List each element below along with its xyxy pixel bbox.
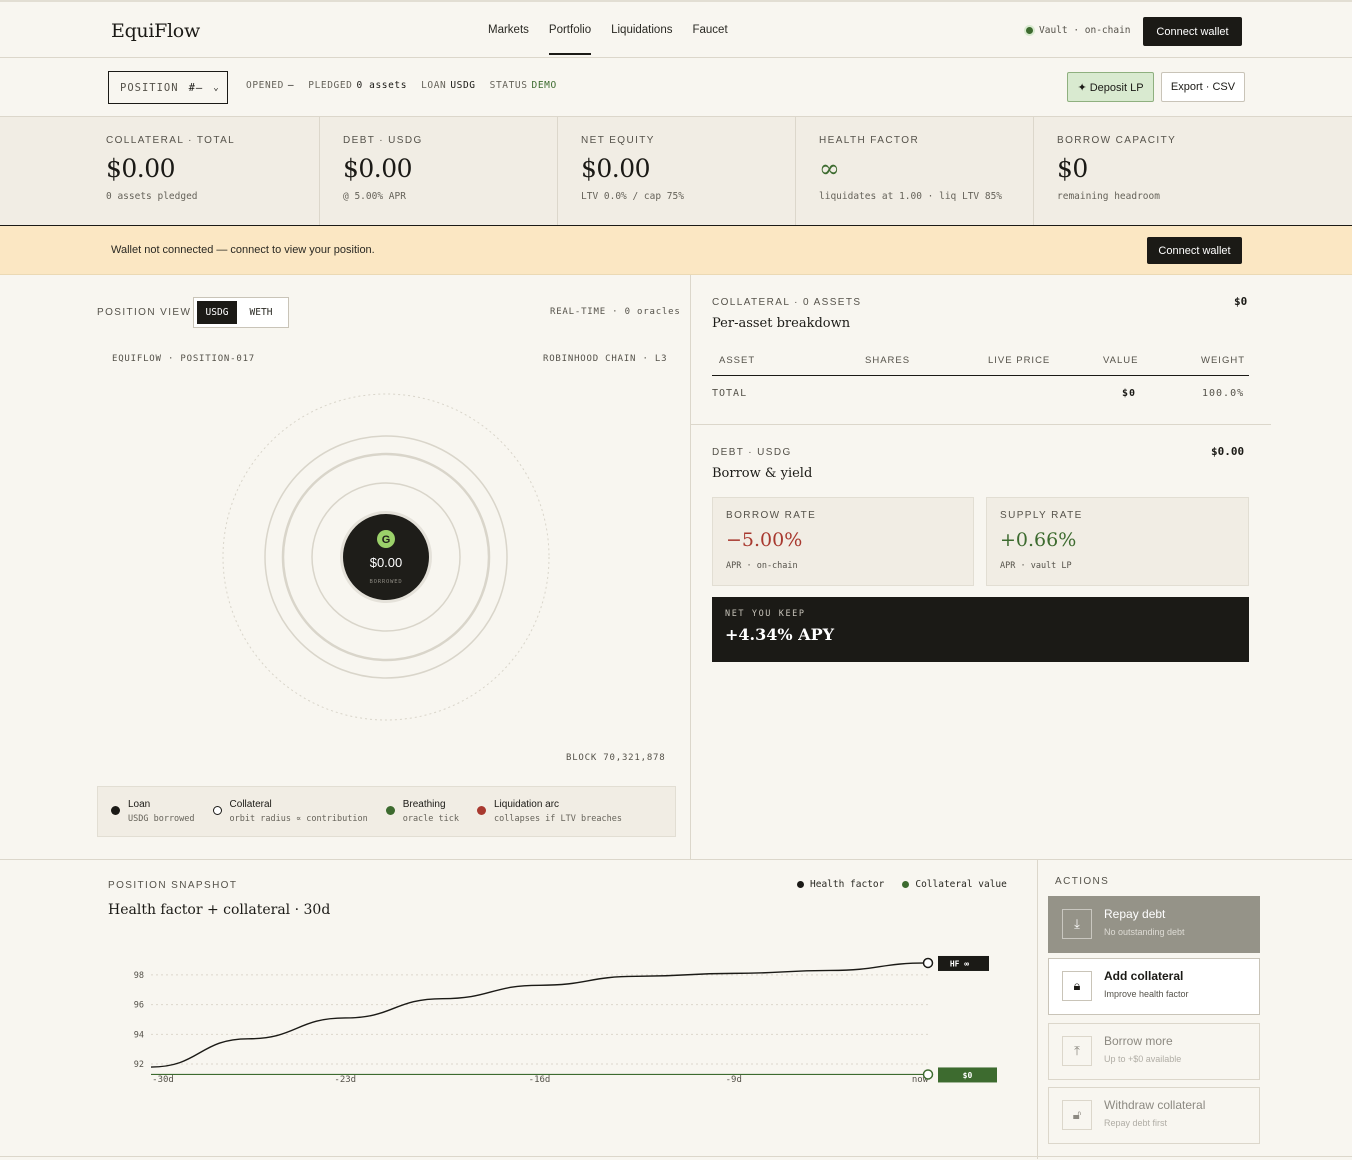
lock-icon: 🔒︎ bbox=[1062, 971, 1092, 1001]
chevron-down-icon: ⌄ bbox=[213, 82, 220, 93]
realtime-label: REAL-TIME · 0 oracles bbox=[550, 307, 681, 317]
health-factor-line bbox=[150, 962, 929, 1068]
block-number: BLOCK 70,321,878 bbox=[566, 753, 666, 763]
tab-usdg[interactable]: USDG bbox=[197, 301, 237, 324]
stat-borrow-capacity: BORROW CAPACITY $0 remaining headroom bbox=[1057, 135, 1177, 202]
x-tick-label: -9d bbox=[726, 1075, 742, 1085]
snapshot-title: Health factor + collateral · 30d bbox=[108, 902, 331, 918]
breathing-dot-icon bbox=[385, 806, 395, 815]
loan-dot-icon bbox=[111, 806, 120, 815]
position-legend: Loan USDG borrowed Collateral orbit radius… bbox=[97, 786, 676, 837]
x-tick-label: -16d bbox=[529, 1075, 551, 1085]
stat-debt: DEBT · USDG $0.00 @ 5.00% APR bbox=[320, 117, 558, 225]
supply-rate-card: SUPPLY RATE +0.66% APR · vault LP bbox=[986, 497, 1249, 586]
nav-liquidations[interactable]: Liquidations bbox=[611, 24, 672, 36]
coll-legend-dot-icon bbox=[902, 881, 910, 888]
center-sub: BORROWED bbox=[370, 579, 403, 585]
chain-label: ROBINHOOD CHAIN · L3 bbox=[543, 354, 668, 364]
x-tick-label: -23d bbox=[334, 1075, 356, 1085]
tab-weth[interactable]: WETH bbox=[240, 301, 282, 324]
borrow-more-button[interactable]: ⤒ Borrow more Up to +$0 available bbox=[1048, 1023, 1260, 1080]
brand-logo[interactable]: EquiFlow bbox=[111, 20, 200, 42]
stat-collateral: COLLATERAL · TOTAL $0.00 0 assets pledge… bbox=[0, 117, 320, 225]
y-tick-label: 96 bbox=[134, 1001, 144, 1011]
add-collateral-button[interactable]: 🔒︎ Add collateral Improve health factor bbox=[1048, 958, 1260, 1015]
connect-wallet-button[interactable]: Connect wallet bbox=[1143, 17, 1242, 46]
repay-icon: ⤓ bbox=[1062, 909, 1092, 939]
legend-liquidation-arc: Liquidation arc collapses if LTV breaches bbox=[477, 799, 622, 836]
orbit-visual: G $0.00 BORROWED bbox=[222, 393, 550, 721]
chart-legend: Health factor Collateral value bbox=[797, 879, 1007, 890]
nav-faucet[interactable]: Faucet bbox=[692, 24, 727, 36]
banner-message: Wallet not connected — connect to view y… bbox=[111, 244, 375, 256]
coll-tag-label: $0 bbox=[963, 1071, 973, 1080]
net-keep-card: NET YOU KEEP +4.34% APY bbox=[712, 597, 1249, 662]
top-navbar: EquiFlow Markets Portfolio Liquidations … bbox=[0, 0, 1352, 58]
collateral-total-row: TOTAL $0 100.0% bbox=[712, 388, 1245, 399]
snapshot-chart: 92949698-30d -23d -16d -9d nowHF ∞$0 bbox=[134, 955, 997, 1085]
nav-portfolio[interactable]: Portfolio bbox=[548, 24, 592, 55]
export-csv-button[interactable]: Export · CSV bbox=[1161, 72, 1245, 102]
legend-collateral: Collateral orbit radius ∝ contribution bbox=[212, 799, 368, 836]
center-value: $0.00 bbox=[370, 555, 403, 570]
legend-loan: Loan USDG borrowed bbox=[111, 799, 195, 836]
svg-text:G: G bbox=[382, 534, 391, 546]
position-view-label: POSITION VIEW bbox=[97, 307, 192, 318]
stat-net-equity: NET EQUITY $0.00 LTV 0.0% / cap 75% bbox=[558, 117, 796, 225]
hf-end-marker bbox=[922, 957, 934, 969]
debt-title: Borrow & yield bbox=[712, 466, 813, 481]
section-divider bbox=[691, 424, 1271, 425]
asset-toggle: USDG WETH bbox=[193, 297, 289, 328]
position-id: EQUIFLOW · POSITION-017 bbox=[112, 354, 256, 364]
debt-label: DEBT · USDG bbox=[712, 447, 792, 458]
position-view-panel: POSITION VIEW USDG WETH REAL-TIME · 0 or… bbox=[0, 275, 691, 859]
repay-debt-button[interactable]: ⤓ Repay debt No outstanding debt bbox=[1048, 896, 1260, 953]
y-tick-label: 92 bbox=[134, 1060, 144, 1070]
stat-health-factor: HEALTH FACTOR ∞ liquidates at 1.00 · liq… bbox=[796, 117, 1034, 225]
banner-connect-button[interactable]: Connect wallet bbox=[1147, 237, 1242, 264]
main-nav: Markets Portfolio Liquidations Faucet bbox=[488, 24, 728, 55]
status-dot-icon bbox=[1026, 27, 1033, 34]
collateral-dot-icon bbox=[212, 806, 222, 815]
position-bar: POSITION #— ⌄ OPENED — PLEDGED 0 assets LO… bbox=[0, 58, 1352, 117]
collateral-table-header: ASSET SHARES LIVE PRICE VALUE WEIGHT bbox=[712, 349, 1249, 376]
details-panel: COLLATERAL · 0 ASSETS Per-asset breakdow… bbox=[691, 275, 1352, 859]
debt-total: $0.00 bbox=[1211, 445, 1245, 458]
y-tick-label: 94 bbox=[134, 1030, 144, 1040]
hf-legend-dot-icon bbox=[797, 881, 804, 888]
wallet-banner: Wallet not connected — connect to view y… bbox=[0, 226, 1352, 275]
unlock-icon: 🔓︎ bbox=[1062, 1100, 1092, 1130]
snapshot-label: POSITION SNAPSHOT bbox=[108, 880, 238, 891]
liquidation-dot-icon bbox=[477, 806, 486, 815]
legend-coll: Collateral value bbox=[915, 879, 1007, 890]
collateral-total: $0 bbox=[1234, 295, 1248, 308]
borrow-rate-card: BORROW RATE −5.00% APR · on-chain bbox=[712, 497, 974, 586]
snapshot-panel: POSITION SNAPSHOT Health factor + collat… bbox=[0, 859, 1038, 1159]
withdraw-collateral-button[interactable]: 🔓︎ Withdraw collateral Repay debt first bbox=[1048, 1087, 1260, 1144]
coll-end-marker bbox=[922, 1069, 934, 1080]
actions-label: ACTIONS bbox=[1055, 876, 1110, 887]
status-badge: DEMO bbox=[531, 80, 557, 91]
hf-tag-label: HF ∞ bbox=[950, 959, 969, 968]
actions-panel: ACTIONS ⤓ Repay debt No outstanding debt … bbox=[1038, 859, 1352, 1159]
deposit-lp-button[interactable]: ✦ Deposit LP bbox=[1067, 72, 1154, 102]
legend-breathing: Breathing oracle tick bbox=[385, 799, 459, 836]
position-select[interactable]: POSITION #— ⌄ bbox=[108, 71, 228, 104]
legend-hf: Health factor bbox=[810, 879, 885, 890]
vault-status: Vault · on-chain bbox=[1026, 25, 1131, 36]
stats-row: COLLATERAL · TOTAL $0.00 0 assets pledge… bbox=[0, 117, 1352, 226]
borrow-icon: ⤒ bbox=[1062, 1036, 1092, 1066]
collateral-label: COLLATERAL · 0 ASSETS bbox=[712, 297, 862, 308]
position-meta: OPENED — PLEDGED 0 assets LOAN USDG STATUS D… bbox=[246, 80, 557, 91]
collateral-title: Per-asset breakdown bbox=[712, 316, 851, 331]
x-tick-label: -30d bbox=[152, 1075, 174, 1085]
nav-markets[interactable]: Markets bbox=[488, 24, 529, 36]
y-tick-label: 98 bbox=[134, 971, 144, 981]
